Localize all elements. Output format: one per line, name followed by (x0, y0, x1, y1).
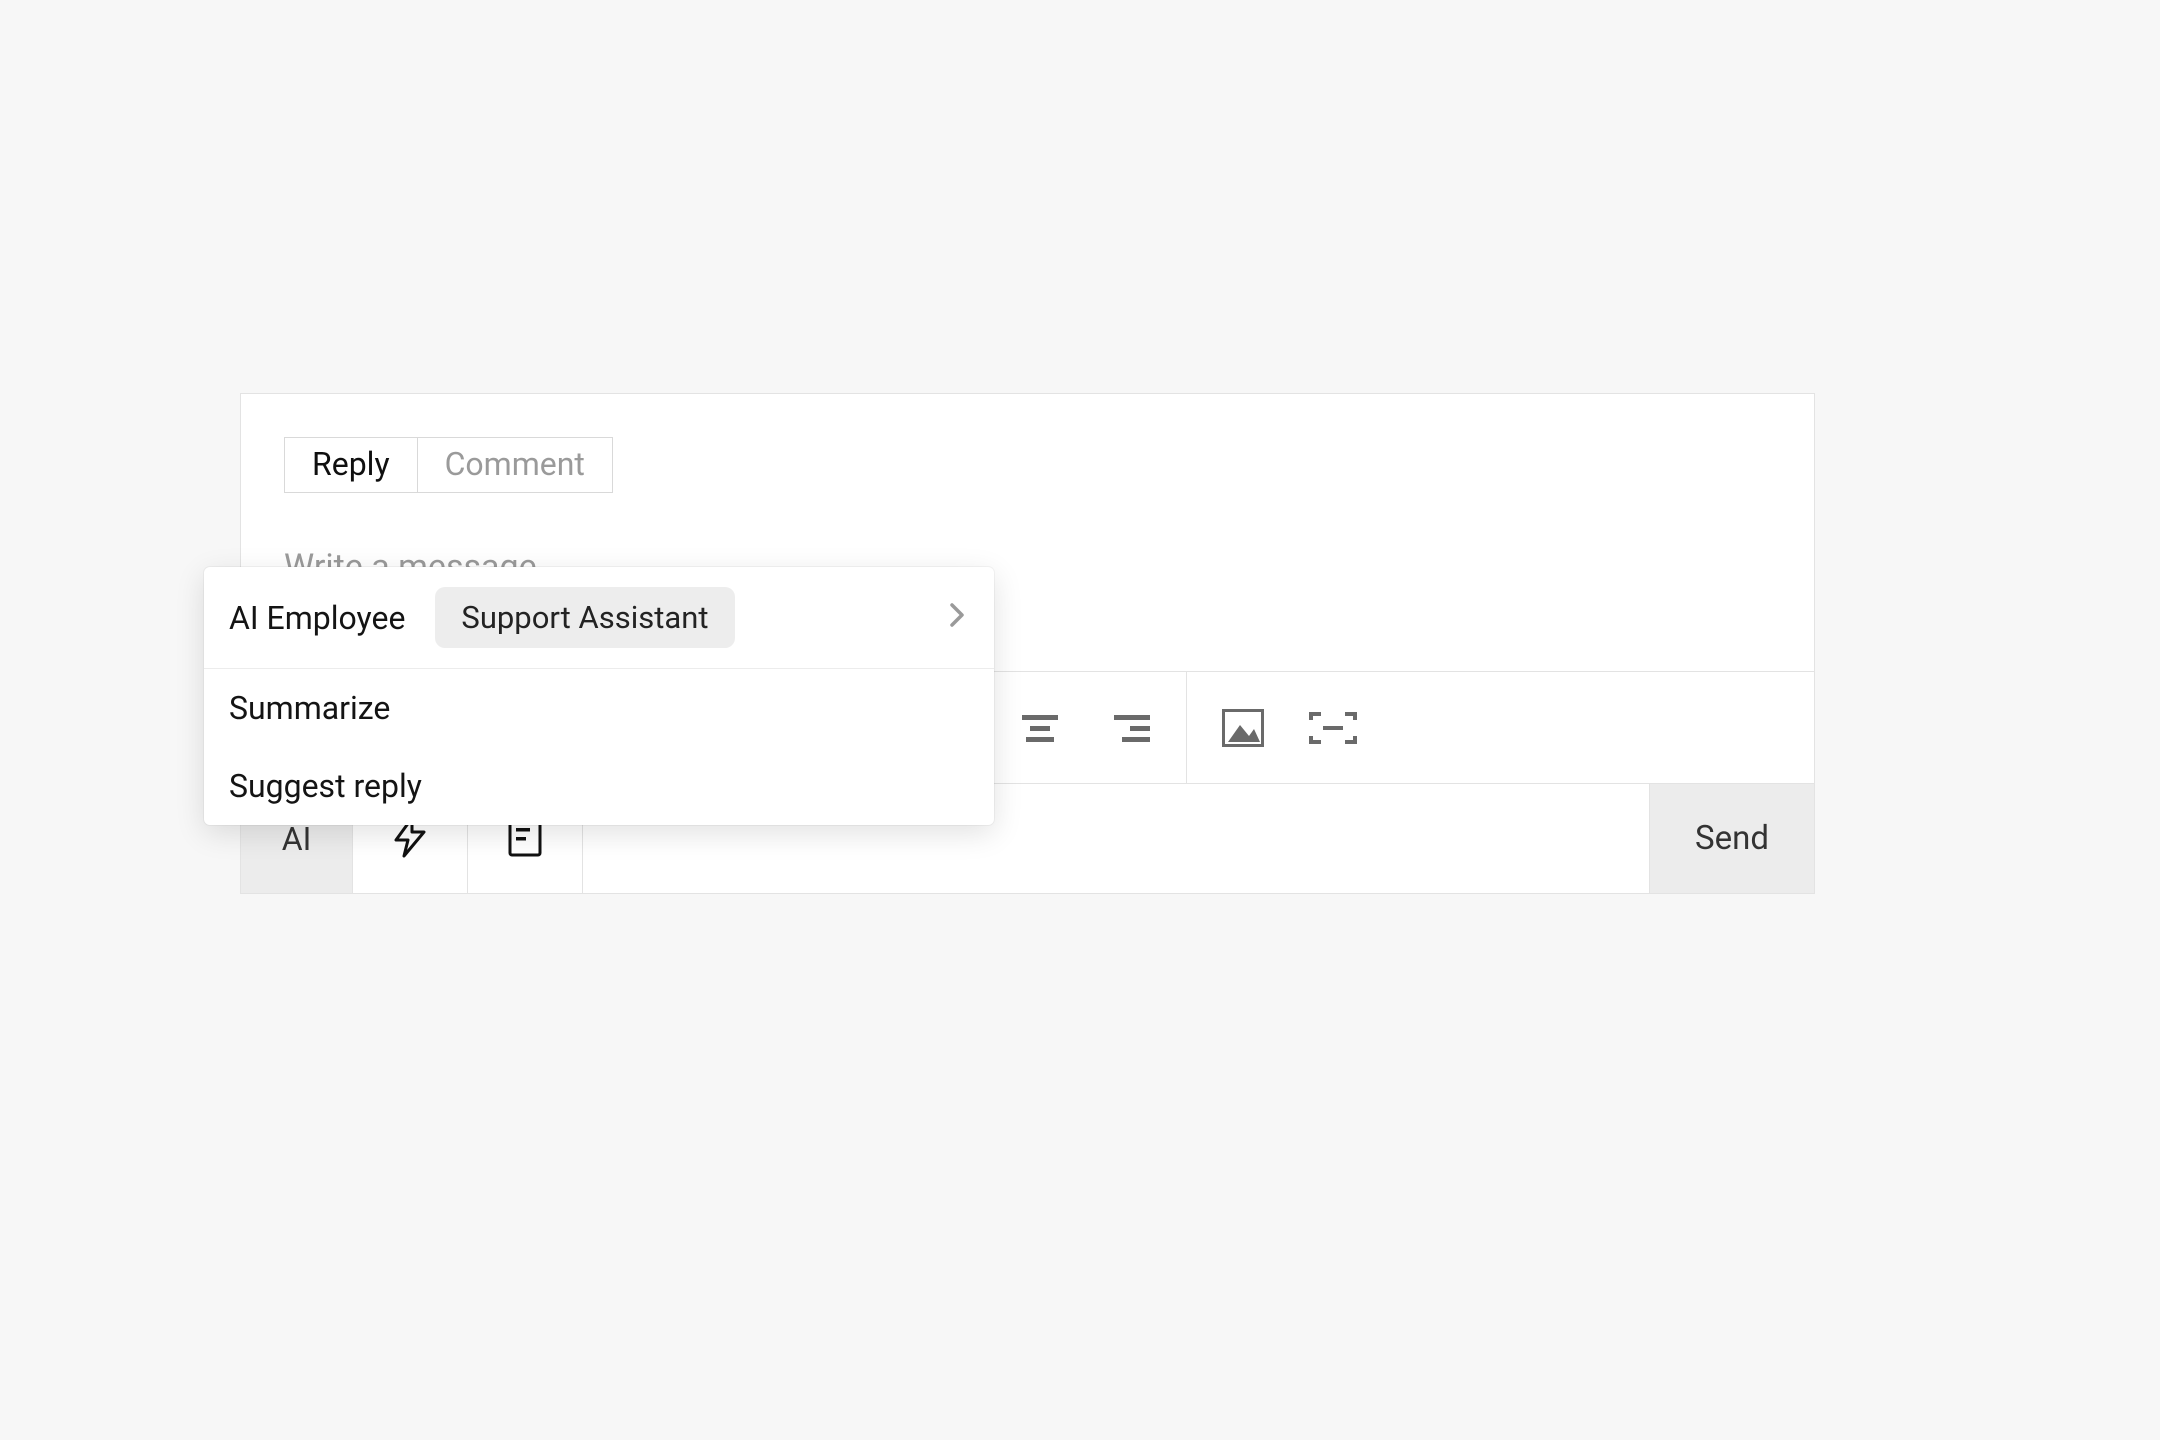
insert-embed-button[interactable] (1295, 690, 1371, 766)
ai-suggest-reply-item[interactable]: Suggest reply (204, 747, 994, 825)
tab-comment[interactable]: Comment (417, 438, 612, 492)
tabs-row: Reply Comment (241, 394, 1814, 493)
align-center-icon (1020, 713, 1060, 743)
ai-button-label: AI (282, 820, 312, 858)
ai-summarize-label: Summarize (229, 689, 390, 727)
image-icon (1222, 709, 1264, 747)
ai-employee-selected[interactable]: Support Assistant (435, 587, 734, 648)
ai-employee-label: AI Employee (229, 599, 405, 637)
toolbar-group-media (1187, 672, 1389, 783)
align-right-button[interactable] (1092, 690, 1168, 766)
ai-employee-row[interactable]: AI Employee Support Assistant (204, 567, 994, 669)
ai-summarize-item[interactable]: Summarize (204, 669, 994, 747)
insert-image-button[interactable] (1205, 690, 1281, 766)
ai-suggest-reply-label: Suggest reply (229, 767, 422, 805)
align-right-icon (1110, 713, 1150, 743)
send-button-label: Send (1695, 819, 1769, 858)
embed-icon (1309, 712, 1357, 744)
reply-comment-tabs: Reply Comment (284, 437, 613, 493)
tab-reply[interactable]: Reply (285, 438, 417, 492)
chevron-right-icon (945, 599, 969, 637)
align-center-button[interactable] (1002, 690, 1078, 766)
ai-menu: AI Employee Support Assistant Summarize … (204, 567, 994, 825)
send-button[interactable]: Send (1649, 784, 1814, 893)
